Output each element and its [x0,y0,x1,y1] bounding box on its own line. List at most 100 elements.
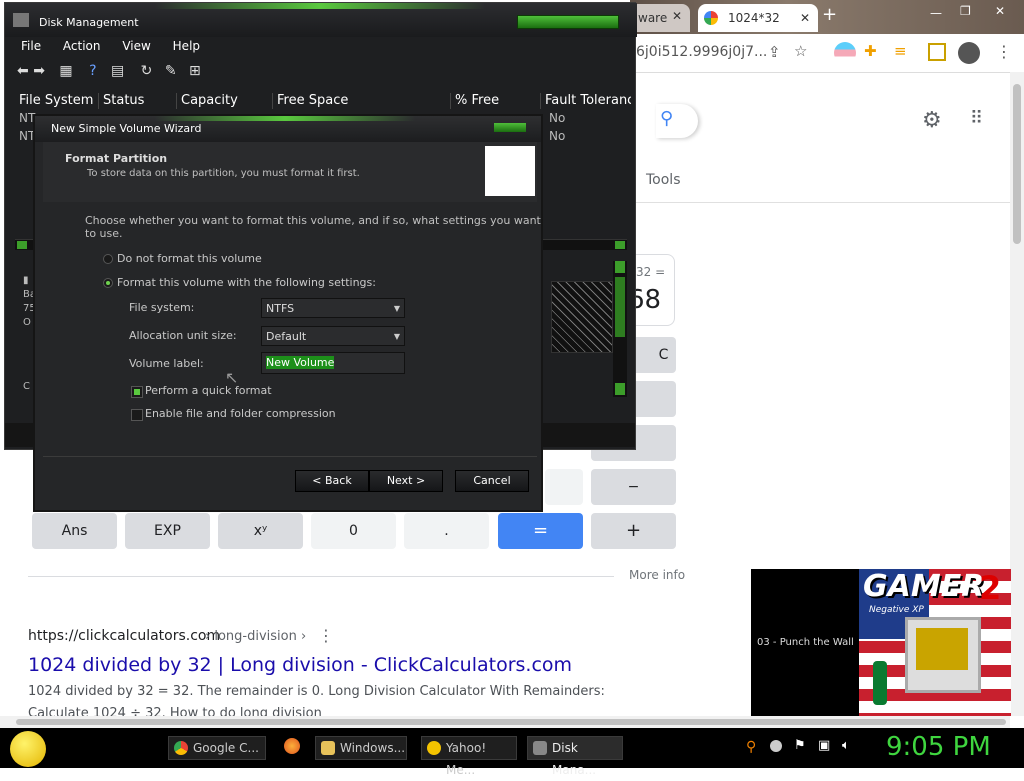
settings-gear-icon[interactable]: ⚙ [922,108,942,133]
back-arrow-icon[interactable]: ⬅ [17,63,29,79]
row-fault-tolerance[interactable]: No [549,111,565,125]
close-icon[interactable]: ✕ [995,4,1005,18]
scroll-left-button[interactable] [17,241,27,249]
flag-tray-icon[interactable]: ⚑ [794,738,806,753]
calc-plus-button[interactable]: + [591,513,676,549]
column-capacity[interactable]: Capacity [177,93,273,109]
tab-active[interactable]: 1024*32 ✕ [698,4,818,32]
scrollbar-thumb[interactable] [1013,84,1021,244]
column-free-space[interactable]: Free Space [273,93,451,109]
compression-label[interactable]: Enable file and folder compression [145,407,336,420]
network-tray-icon[interactable]: ▣ [818,738,830,753]
apps-grid-icon[interactable]: ⠿ [970,108,983,129]
clock[interactable]: 9:05 PM [886,732,991,762]
search-tray-icon[interactable]: ⚲ [746,739,756,755]
minimize-icon[interactable]: — [930,6,942,20]
track-title: 03 - Punch the Wall [757,637,854,648]
wizard-header-image [485,146,535,196]
next-button[interactable]: Next > [369,470,443,492]
back-button[interactable]: < Back [295,470,369,492]
forward-arrow-icon[interactable]: ➡ [33,63,45,79]
file-system-select[interactable]: NTFS ▼ [261,298,405,318]
result-title-link[interactable]: 1024 divided by 32 | Long division - Cli… [28,654,572,676]
taskbar: Google C... Windows... Yahoo! Me... Disk… [0,728,1024,777]
properties-icon[interactable]: ▦ [59,63,72,79]
quick-format-checkbox[interactable] [131,386,143,398]
taskbar-item-windows[interactable]: Windows... [315,736,407,760]
compression-checkbox[interactable] [131,409,143,421]
volume-tray-icon[interactable]: 🔈︎ [842,738,850,753]
restore-icon[interactable]: ❐ [960,4,971,18]
column-status[interactable]: Status [99,93,177,109]
calc-decimal-button[interactable]: . [404,513,489,549]
window-controls[interactable] [517,15,619,29]
help-icon[interactable]: ? [89,63,96,79]
result-more-icon[interactable]: ⋮ [318,626,334,645]
tab-close-icon[interactable]: ✕ [672,9,682,23]
vertical-scrollbar[interactable] [1010,72,1024,716]
bookmark-star-icon[interactable]: ☆ [794,42,807,60]
media-icon[interactable]: ≡ [894,42,907,60]
calc-button[interactable] [545,469,583,505]
calc-equals-button[interactable]: = [498,513,583,549]
extensions-puzzle-icon[interactable]: ✚ [864,42,877,60]
column-percent-free[interactable]: % Free [451,93,541,109]
tab-close-icon[interactable]: ✕ [800,4,810,32]
vertical-scrollbar[interactable] [613,261,627,397]
scroll-right-button[interactable] [615,241,625,249]
title-bar[interactable]: Disk Management [5,3,637,37]
column-fault-tolerance[interactable]: Fault Toleranc [541,93,631,109]
disk-icon [533,741,547,755]
file-system-value: NTFS [266,302,295,315]
column-file-system[interactable]: File System [15,93,99,109]
horizontal-scrollbar[interactable] [0,716,1010,728]
unallocated-partition[interactable] [551,281,613,353]
cancel-button[interactable]: Cancel [455,470,529,492]
row-fault-tolerance[interactable]: No [549,129,565,143]
calc-exp-button[interactable]: EXP [125,513,210,549]
volume-label-input[interactable]: New Volume [261,352,405,374]
chrome-menu-icon[interactable]: ⋮ [996,42,1012,61]
scroll-down-button[interactable] [615,383,625,395]
calc-ans-button[interactable]: Ans [32,513,117,549]
quick-format-label[interactable]: Perform a quick format [145,384,272,397]
menu-help[interactable]: Help [173,39,200,53]
menu-file[interactable]: File [21,39,41,53]
url-text[interactable]: 6j0i512.9996j0j7... [636,44,767,60]
taskbar-item-chrome[interactable]: Google C... [168,736,266,760]
share-icon[interactable]: ⇪ [768,43,781,61]
search-icon[interactable]: ⚲ [660,108,673,129]
more-info-link[interactable]: More info [629,568,685,582]
taskbar-item-yahoo[interactable]: Yahoo! Me... [421,736,517,777]
scroll-up-button[interactable] [615,261,625,273]
taskbar-item-disk-management[interactable]: Disk Mana... [527,736,623,777]
wizard-close-button[interactable] [494,123,526,132]
scrollbar-thumb[interactable] [16,719,1006,725]
edit-icon[interactable]: ✎ [165,63,177,79]
calc-power-button[interactable]: xʸ [218,513,303,549]
extension-flag-icon[interactable] [834,42,856,64]
radio-no-format[interactable] [103,254,113,264]
list-icon[interactable]: ▤ [111,63,124,79]
firefox-icon[interactable] [284,738,300,754]
allocation-unit-select[interactable]: Default ▼ [261,326,405,346]
menu-view[interactable]: View [122,39,150,53]
start-button-smiley-icon[interactable] [10,731,46,767]
radio-no-format-label[interactable]: Do not format this volume [117,252,262,265]
title-glow [155,3,485,9]
scrollbar-thumb[interactable] [615,277,625,337]
result-url[interactable]: https://clickcalculators.com [28,628,220,644]
tray-status-icon[interactable] [770,740,782,752]
radio-format-label[interactable]: Format this volume with the following se… [117,276,376,289]
new-tab-button[interactable]: + [822,4,837,25]
radio-format[interactable] [103,278,113,288]
sidepanel-icon[interactable] [928,43,946,61]
tools-button[interactable]: Tools [646,172,681,188]
rescan-icon[interactable]: ⊞ [189,63,201,79]
menu-action[interactable]: Action [63,39,101,53]
refresh-icon[interactable]: ↻ [141,63,153,79]
calc-minus-button[interactable]: − [591,469,676,505]
profile-avatar-icon[interactable] [958,42,980,64]
calc-zero-button[interactable]: 0 [311,513,396,549]
album-art: GAMER 2 Negative XP [859,569,1011,716]
